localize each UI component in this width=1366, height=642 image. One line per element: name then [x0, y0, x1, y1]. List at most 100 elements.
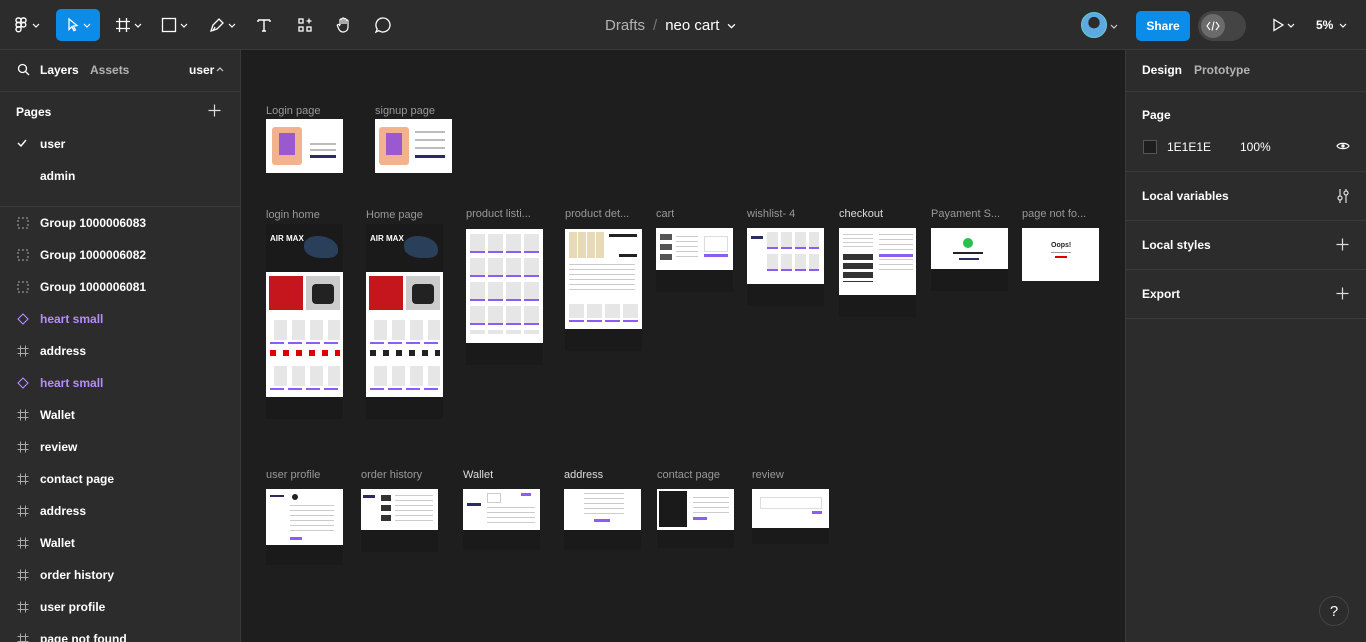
help-button[interactable]: ?: [1319, 596, 1349, 626]
shape-tool-button[interactable]: [156, 9, 192, 41]
frame-label[interactable]: Payament S...: [931, 208, 1007, 220]
frame-label[interactable]: Wallet: [463, 469, 493, 481]
frame-contact-page[interactable]: [657, 485, 734, 548]
frame-label[interactable]: order history: [361, 469, 422, 481]
frame-icon: [17, 409, 29, 421]
breadcrumb: Drafts / neo cart: [605, 17, 736, 34]
chevron-down-icon[interactable]: [1339, 23, 1347, 28]
layer-row[interactable]: address: [0, 495, 240, 527]
share-button[interactable]: Share: [1136, 11, 1190, 41]
chevron-down-icon: [1110, 24, 1118, 29]
pen-tool-button[interactable]: [204, 9, 240, 41]
frame-label[interactable]: product det...: [565, 208, 641, 220]
comment-tool-button[interactable]: [371, 9, 395, 41]
frame-login-page[interactable]: [266, 119, 343, 173]
frame-address[interactable]: [564, 485, 641, 550]
component-icon: [17, 377, 29, 389]
pages-heading: Pages: [16, 105, 52, 119]
frame-label[interactable]: wishlist- 4: [747, 208, 795, 220]
add-export-icon[interactable]: [1336, 287, 1349, 300]
frame-label[interactable]: Login page: [266, 105, 320, 117]
hand-tool-button[interactable]: [332, 9, 356, 41]
variables-icon[interactable]: [1336, 188, 1350, 204]
local-styles-label[interactable]: Local styles: [1142, 238, 1211, 252]
layer-row[interactable]: Group 1000006083: [0, 207, 240, 239]
layer-row[interactable]: Group 1000006082: [0, 239, 240, 271]
frame-product-listing[interactable]: [466, 224, 543, 365]
tab-layers[interactable]: Layers: [40, 63, 79, 77]
frame-label[interactable]: user profile: [266, 469, 320, 481]
layer-row[interactable]: order history: [0, 559, 240, 591]
bg-opacity[interactable]: 100%: [1240, 140, 1271, 154]
local-variables-label[interactable]: Local variables: [1142, 189, 1229, 203]
text-tool-button[interactable]: [252, 9, 276, 41]
layer-row[interactable]: address: [0, 335, 240, 367]
layer-row[interactable]: user profile: [0, 591, 240, 623]
page-item-admin[interactable]: admin: [40, 169, 75, 183]
frame-product-detail[interactable]: [565, 224, 642, 351]
frame-label[interactable]: login home: [266, 209, 320, 221]
layer-row[interactable]: Wallet: [0, 399, 240, 431]
tab-prototype[interactable]: Prototype: [1194, 63, 1250, 77]
resources-tool-button[interactable]: [293, 9, 317, 41]
frame-review[interactable]: [752, 485, 829, 544]
frame-payment-success[interactable]: [931, 224, 1008, 291]
bg-color-hex[interactable]: 1E1E1E: [1167, 140, 1211, 154]
divider: [1126, 91, 1366, 92]
add-page-icon[interactable]: [208, 104, 221, 117]
layer-row[interactable]: contact page: [0, 463, 240, 495]
frame-label[interactable]: page not fo...: [1022, 208, 1098, 220]
tab-assets[interactable]: Assets: [90, 63, 129, 77]
breadcrumb-drafts[interactable]: Drafts: [605, 17, 645, 34]
layer-row[interactable]: heart small: [0, 303, 240, 335]
layer-row[interactable]: page not found: [0, 623, 240, 642]
frame-wishlist[interactable]: [747, 224, 824, 306]
move-tool-button[interactable]: [56, 9, 100, 41]
frame-signup-page[interactable]: [375, 119, 452, 173]
chevron-down-icon[interactable]: [727, 23, 736, 29]
frame-home-page[interactable]: AIR MAX: [366, 224, 443, 419]
page-switcher[interactable]: user: [189, 63, 214, 77]
frame-label[interactable]: contact page: [657, 469, 720, 481]
layer-row[interactable]: heart small: [0, 367, 240, 399]
bg-color-swatch[interactable]: [1143, 140, 1157, 154]
frame-user-profile[interactable]: [266, 485, 343, 565]
frame-page-not-found[interactable]: Oops!: [1022, 224, 1099, 281]
frame-checkout[interactable]: [839, 224, 916, 317]
frame-tool-button[interactable]: [110, 9, 146, 41]
layer-row[interactable]: review: [0, 431, 240, 463]
chevron-up-icon[interactable]: [216, 67, 224, 72]
frame-cart[interactable]: [656, 224, 733, 292]
file-name[interactable]: neo cart: [665, 17, 719, 34]
frame-label[interactable]: product listi...: [466, 208, 542, 220]
layer-name: review: [40, 440, 78, 454]
frame-label[interactable]: address: [564, 469, 603, 481]
frame-label[interactable]: cart: [656, 208, 674, 220]
canvas[interactable]: Login page signup page login home AIR MA…: [241, 50, 1125, 642]
export-label[interactable]: Export: [1142, 287, 1180, 301]
frame-login-home[interactable]: AIR MAX: [266, 224, 343, 419]
frame-icon: [17, 601, 29, 613]
dev-mode-toggle[interactable]: [1198, 11, 1246, 41]
zoom-level[interactable]: 5%: [1316, 18, 1333, 32]
add-style-icon[interactable]: [1336, 238, 1349, 251]
frame-label[interactable]: review: [752, 469, 784, 481]
frame-wallet[interactable]: [463, 485, 540, 550]
present-button[interactable]: [1266, 9, 1300, 41]
main-menu-button[interactable]: [12, 9, 42, 41]
tab-design[interactable]: Design: [1142, 63, 1182, 77]
layer-name: address: [40, 504, 87, 518]
check-icon: [17, 139, 27, 147]
page-item-user[interactable]: user: [40, 137, 65, 151]
layer-row[interactable]: Group 1000006081: [0, 271, 240, 303]
frame-label[interactable]: checkout: [839, 208, 883, 220]
layer-row[interactable]: Wallet: [0, 527, 240, 559]
avatar[interactable]: [1081, 12, 1107, 38]
frame-label[interactable]: signup page: [375, 105, 435, 117]
eye-icon[interactable]: [1336, 141, 1350, 151]
frame-label[interactable]: Home page: [366, 209, 423, 221]
frame-order-history[interactable]: [361, 485, 438, 552]
chevron-down-icon: [180, 23, 187, 28]
avatar-menu-button[interactable]: [1108, 21, 1120, 31]
frame-icon: [17, 345, 29, 357]
